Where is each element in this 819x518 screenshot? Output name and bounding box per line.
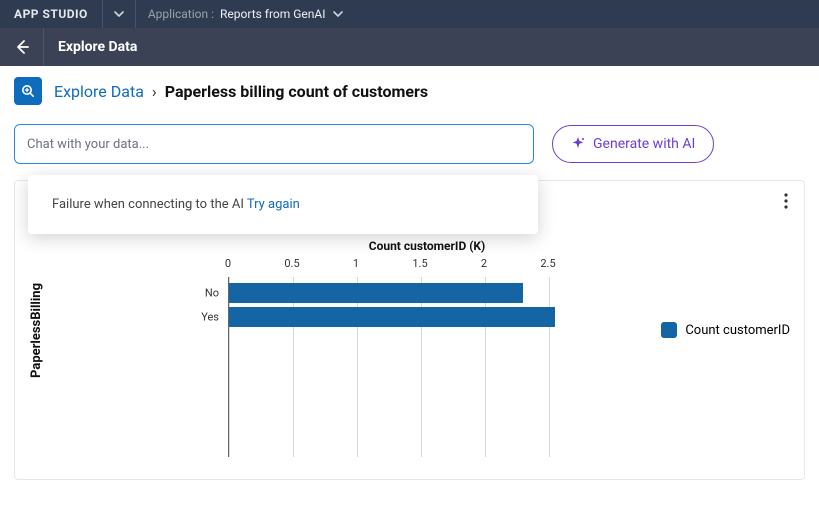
x-tick: 1.5 bbox=[412, 257, 427, 270]
subbar-title: Explore Data bbox=[44, 39, 151, 55]
plot-area: No Yes bbox=[228, 277, 548, 457]
gridline bbox=[293, 277, 294, 457]
y-axis-title: PaperlessBilling bbox=[23, 283, 58, 378]
brand-dropdown[interactable] bbox=[102, 0, 136, 28]
x-tick: 1 bbox=[353, 257, 359, 270]
x-axis-title: Count customerID (K) bbox=[369, 239, 486, 253]
bar-row: Yes bbox=[229, 307, 549, 327]
bar[interactable] bbox=[229, 283, 523, 303]
breadcrumb-row: Explore Data › Paperless billing count o… bbox=[0, 66, 819, 116]
magnifier-icon bbox=[20, 83, 36, 99]
x-tick: 0 bbox=[225, 257, 231, 270]
sub-bar: Explore Data bbox=[0, 28, 819, 66]
legend-label: Count customerID bbox=[685, 323, 790, 338]
breadcrumb-leaf: Paperless billing count of customers bbox=[165, 82, 428, 101]
arrow-left-icon bbox=[13, 38, 31, 56]
sparkle-icon bbox=[571, 137, 585, 151]
gridline bbox=[229, 277, 230, 457]
chevron-down-icon bbox=[332, 8, 344, 20]
gridline bbox=[357, 277, 358, 457]
bar[interactable] bbox=[229, 307, 555, 327]
explore-data-icon-button[interactable] bbox=[14, 77, 42, 105]
category-label: Yes bbox=[201, 311, 229, 324]
top-bar: APP STUDIO Application : Reports from Ge… bbox=[0, 0, 819, 28]
x-tick: 2.5 bbox=[540, 257, 555, 270]
breadcrumb-separator: › bbox=[152, 82, 157, 101]
chat-input[interactable] bbox=[14, 124, 534, 164]
bar-row: No bbox=[229, 283, 549, 303]
error-message: Failure when connecting to the AI bbox=[52, 197, 247, 212]
x-tick: 2 bbox=[481, 257, 487, 270]
back-button[interactable] bbox=[0, 28, 44, 66]
breadcrumb: Explore Data › Paperless billing count o… bbox=[54, 82, 428, 101]
chevron-down-icon bbox=[113, 8, 125, 20]
brand-label: APP STUDIO bbox=[0, 7, 102, 21]
x-ticks: 00.511.522.5 bbox=[228, 257, 548, 273]
generate-button-label: Generate with AI bbox=[593, 136, 695, 152]
legend-swatch bbox=[661, 322, 677, 338]
breadcrumb-root[interactable]: Explore Data bbox=[54, 82, 144, 101]
application-value: Reports from GenAI bbox=[220, 7, 326, 21]
try-again-link[interactable]: Try again bbox=[247, 197, 300, 212]
error-popover: Failure when connecting to the AI Try ag… bbox=[28, 175, 538, 234]
chart-legend: Count customerID bbox=[661, 322, 790, 338]
gridline bbox=[485, 277, 486, 457]
application-label: Application : bbox=[148, 7, 214, 21]
application-selector[interactable]: Application : Reports from GenAI bbox=[136, 7, 356, 21]
gridline bbox=[549, 277, 550, 457]
category-label: No bbox=[205, 287, 229, 300]
input-row: Generate with AI bbox=[0, 116, 819, 180]
x-tick: 0.5 bbox=[284, 257, 299, 270]
generate-with-ai-button[interactable]: Generate with AI bbox=[552, 125, 714, 163]
gridline bbox=[421, 277, 422, 457]
